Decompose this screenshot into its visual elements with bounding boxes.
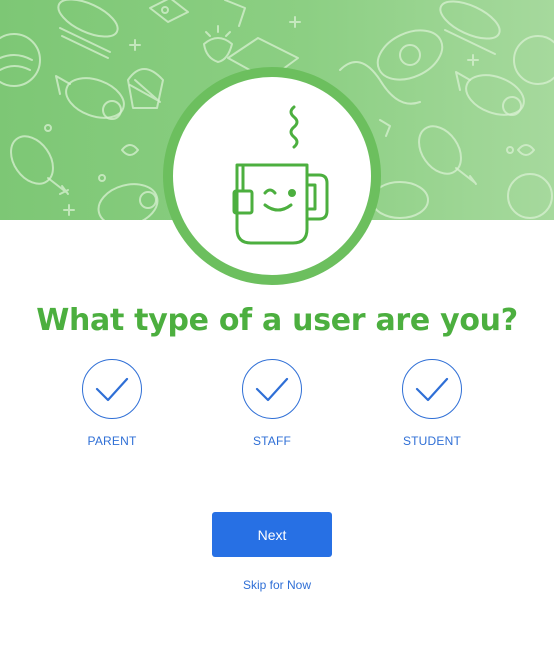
mug-badge	[163, 67, 381, 285]
parent-check-circle[interactable]	[82, 359, 142, 419]
smiling-mug-icon	[232, 105, 329, 245]
next-button[interactable]: Next	[212, 512, 332, 557]
check-icon	[95, 377, 129, 402]
option-parent[interactable]: PARENT	[52, 359, 172, 448]
option-label-parent: PARENT	[87, 434, 137, 448]
staff-check-circle[interactable]	[242, 359, 302, 419]
option-label-student: STUDENT	[402, 434, 462, 448]
skip-for-now-link[interactable]: Skip for Now	[0, 578, 554, 592]
check-icon	[255, 377, 289, 402]
student-check-circle[interactable]	[402, 359, 462, 419]
option-student[interactable]: STUDENT	[372, 359, 492, 448]
check-icon	[415, 377, 449, 402]
page-title: What type of a user are you?	[36, 303, 518, 338]
option-label-staff: STAFF	[252, 434, 292, 448]
option-staff[interactable]: STAFF	[212, 359, 332, 448]
